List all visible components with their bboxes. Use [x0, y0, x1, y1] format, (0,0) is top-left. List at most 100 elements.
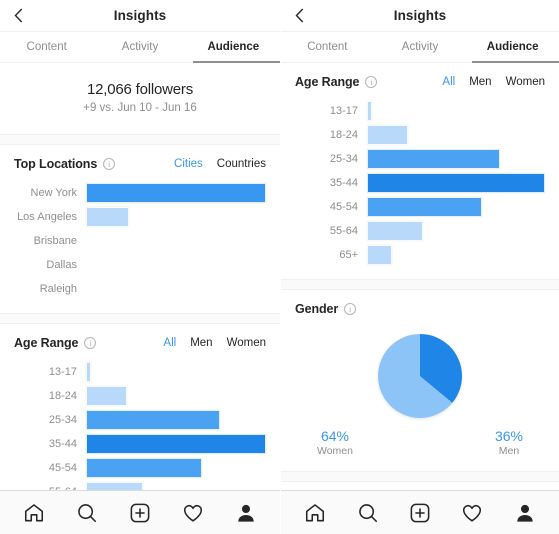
tab-content[interactable]: Content: [281, 32, 374, 62]
bar-label: 45-54: [329, 201, 358, 213]
bar-label: 25-34: [48, 414, 77, 426]
followers-header: Followers i Hours Days: [295, 482, 545, 490]
bar: [367, 101, 372, 121]
back-button[interactable]: [10, 8, 26, 24]
top-locations-title: Top Locations: [14, 157, 98, 171]
bar: [86, 482, 143, 490]
bar-label: 35-44: [48, 438, 77, 450]
bar-track: [86, 279, 266, 299]
profile-icon[interactable]: [234, 501, 258, 525]
card-gap: [0, 314, 280, 323]
scroll-body[interactable]: 12,066 followers +9 vs. Jun 10 - Jun 16 …: [0, 63, 280, 490]
bar-row: 25-34: [295, 149, 545, 169]
info-icon[interactable]: i: [84, 337, 97, 349]
bar-row: Dallas: [14, 255, 266, 275]
seg-all[interactable]: All: [163, 337, 176, 349]
tab-content[interactable]: Content: [0, 32, 93, 62]
age-range-title: Age Range: [295, 75, 360, 89]
bar-label: New York: [30, 187, 77, 199]
back-button[interactable]: [291, 8, 307, 24]
profile-icon[interactable]: [513, 501, 537, 525]
bar-label: 18-24: [48, 390, 77, 402]
bar-track: [86, 362, 266, 382]
seg-cities[interactable]: Cities: [174, 158, 203, 170]
bar: [367, 197, 482, 217]
seg-men[interactable]: Men: [190, 337, 212, 349]
bar-label: 18-24: [329, 129, 358, 141]
info-icon[interactable]: i: [365, 76, 378, 88]
women-pct: 64%: [320, 428, 350, 444]
search-icon[interactable]: [356, 501, 380, 525]
card-gap: [281, 472, 559, 481]
bar-row: 35-44: [295, 173, 545, 193]
phone-screen-right: Insights Content Activity Audience Age R…: [280, 0, 559, 534]
info-icon[interactable]: i: [344, 303, 357, 315]
seg-countries[interactable]: Countries: [217, 158, 266, 170]
age-range-header: Age Range i All Men Women: [14, 324, 266, 354]
tab-activity[interactable]: Activity: [93, 32, 186, 62]
followers-count: 12,066 followers: [86, 81, 194, 98]
followers-delta: +9 vs. Jun 10 - Jun 16: [83, 102, 197, 114]
age-range-header: Age Range i All Men Women: [295, 63, 545, 93]
nav-bar: Insights: [0, 0, 280, 32]
bar-track: [367, 149, 545, 169]
bar: [86, 183, 266, 203]
bar-row: 18-24: [14, 386, 266, 406]
bar: [86, 410, 221, 430]
home-icon[interactable]: [22, 501, 46, 525]
bar-track: [86, 183, 266, 203]
home-icon[interactable]: [303, 501, 327, 525]
bar-label: Brisbane: [33, 235, 77, 247]
bar-label: Los Angeles: [17, 211, 77, 223]
tab-audience[interactable]: Audience: [187, 32, 280, 63]
seg-women[interactable]: Women: [227, 337, 266, 349]
search-icon[interactable]: [75, 501, 99, 525]
age-segmented-control: All Men Women: [163, 337, 266, 349]
followers-summary-card: 12,066 followers +9 vs. Jun 10 - Jun 16: [0, 63, 280, 135]
age-range-card: Age Range i All Men Women 13-17 18-24 25-3…: [0, 323, 280, 490]
card-gap: [281, 280, 559, 289]
bar-label: 13-17: [48, 366, 77, 378]
bar: [367, 125, 408, 145]
bar-track: [367, 101, 545, 121]
bar-track: [367, 197, 545, 217]
tab-activity[interactable]: Activity: [374, 32, 467, 62]
bar-track: [367, 245, 545, 265]
info-icon[interactable]: i: [103, 158, 116, 170]
bar: [367, 245, 392, 265]
bar-row: 55-64: [14, 482, 266, 490]
bar-row: 25-34: [14, 410, 266, 430]
bottom-tab-bar: [0, 490, 280, 534]
add-post-icon[interactable]: [128, 501, 152, 525]
phone-screen-left: Insights Content Activity Audience 12,06…: [0, 0, 280, 534]
bar: [86, 207, 130, 227]
bar-label: 45-54: [48, 462, 77, 474]
seg-men[interactable]: Men: [469, 76, 491, 88]
heart-icon[interactable]: [460, 501, 484, 525]
bar: [367, 221, 424, 241]
bar-track: [86, 434, 266, 454]
bar-row: 65+: [295, 245, 545, 265]
bar: [367, 173, 545, 193]
men-pct: 36%: [494, 428, 523, 444]
scroll-body[interactable]: Age Range i All Men Women 13-17 18-24 25-3…: [281, 63, 559, 490]
insights-tabs: Content Activity Audience: [281, 32, 559, 63]
seg-women[interactable]: Women: [506, 76, 545, 88]
bar-track: [367, 221, 545, 241]
seg-all[interactable]: All: [442, 76, 455, 88]
age-range-chart: 13-17 18-24 25-34 35-44 45-54 55-64 65+: [295, 93, 545, 279]
add-post-icon[interactable]: [408, 501, 432, 525]
bar-track: [86, 386, 266, 406]
dual-screenshot: Insights Content Activity Audience 12,06…: [0, 0, 559, 534]
followers-card: Followers i Hours Days ‹ Saturdays ›: [281, 481, 559, 490]
bar-row: 13-17: [14, 362, 266, 382]
gender-chart: 64% Women 36% Men: [295, 320, 545, 471]
heart-icon[interactable]: [181, 501, 205, 525]
bar-track: [367, 125, 545, 145]
bar-label: 55-64: [329, 225, 358, 237]
insights-tabs: Content Activity Audience: [0, 32, 280, 63]
legend-men: 36% Men: [495, 428, 523, 457]
bar-row: Brisbane: [14, 231, 266, 251]
tab-audience[interactable]: Audience: [466, 32, 559, 63]
gender-card: Gender i 64% Women 36% Men: [281, 289, 559, 472]
